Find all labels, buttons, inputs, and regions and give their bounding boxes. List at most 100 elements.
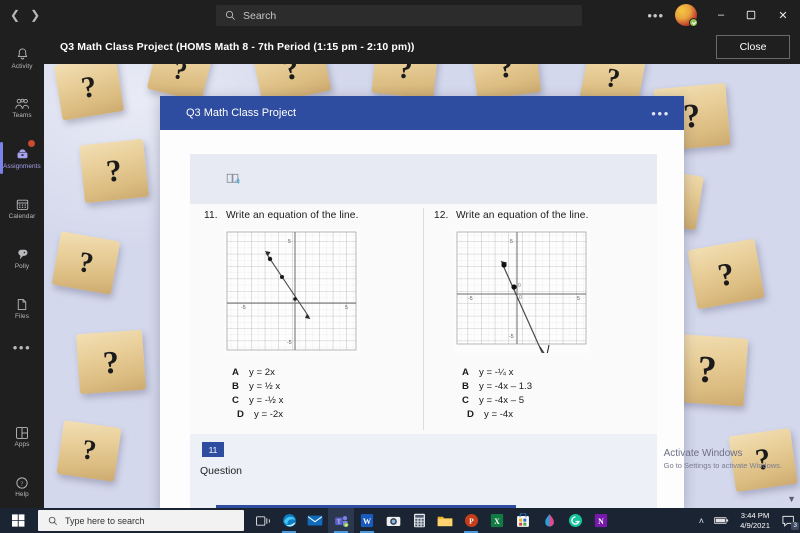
sidebar-item-activity[interactable]: Activity <box>0 36 44 80</box>
choice-letter: D <box>467 409 474 420</box>
polly-icon <box>17 249 27 259</box>
excel-icon[interactable]: X <box>484 508 510 533</box>
sidebar-item-label: Assignments <box>3 162 41 170</box>
taskbar-search-input[interactable]: Type here to search <box>38 510 244 531</box>
avatar[interactable] <box>675 4 698 27</box>
notifications-button[interactable]: 3 <box>776 508 800 533</box>
bell-icon <box>17 48 27 59</box>
sidebar-item-assignments[interactable]: Assignments <box>0 136 44 180</box>
sidebar-item-label: Files <box>15 312 29 320</box>
question-prompt: Write an equation of the line. <box>456 210 589 221</box>
onenote-icon[interactable]: N <box>588 508 614 533</box>
settings-more-icon[interactable]: ••• <box>638 8 673 23</box>
sidebar-item-polly[interactable]: Polly <box>0 236 44 280</box>
search-placeholder-text: Search <box>243 9 277 22</box>
answer-choice[interactable]: By = ½ x <box>232 380 416 394</box>
maximize-button[interactable] <box>736 0 766 30</box>
people-icon <box>14 98 29 109</box>
svg-text:?: ? <box>21 481 24 488</box>
question-footer: 11 Question <box>190 434 657 508</box>
calculator-icon[interactable] <box>406 508 432 533</box>
sidebar-item-label: Teams <box>12 112 32 119</box>
clock-time: 3:44 PM <box>740 510 770 520</box>
camera-icon[interactable] <box>380 508 406 533</box>
forward-icon[interactable]: ❯ <box>30 9 40 21</box>
choice-text: y = -4x – 5 <box>479 395 525 406</box>
task-view-icon[interactable] <box>250 508 276 533</box>
svg-text:P: P <box>469 517 474 526</box>
answer-choice[interactable]: Ay = -¼ x <box>462 366 646 380</box>
app-rail: Activity Teams Assignments Calendar Poll… <box>0 30 44 533</box>
windows-icon <box>11 514 24 527</box>
question-block-11: 11. Write an equation of the line. -5 5 … <box>204 210 416 422</box>
question-prompt: Write an equation of the line. <box>226 210 359 221</box>
search-icon <box>225 10 235 20</box>
system-tray: ˄ 3:44 PM 4/9/2021 3 <box>694 508 800 533</box>
taskbar-search-placeholder: Type here to search <box>65 515 145 526</box>
app-root: ❮ ❯ Search ••• – ✕ Activity Teams Assign… <box>0 0 800 533</box>
window-controls: ••• – ✕ <box>638 0 800 30</box>
worksheet-column-divider <box>423 208 424 430</box>
svg-text:X: X <box>494 517 500 526</box>
assignment-title: Q3 Math Class Project <box>186 107 297 119</box>
assignment-more-icon[interactable]: ••• <box>651 106 670 121</box>
sidebar-item-label: Calendar <box>8 212 36 220</box>
maximize-icon <box>746 10 756 20</box>
answer-choice[interactable]: Cy = -½ x <box>232 394 416 408</box>
question-block-12: 12. Write an equation of the line. -5 5 … <box>434 210 646 422</box>
word-icon[interactable]: W <box>354 508 380 533</box>
sidebar-item-files[interactable]: Files <box>0 286 44 330</box>
close-button[interactable]: Close <box>716 35 790 59</box>
sidebar-item-label: Help <box>15 491 29 498</box>
store-icon[interactable] <box>510 508 536 533</box>
answer-choice[interactable]: Dy = -4x <box>462 408 646 422</box>
search-input[interactable]: Search <box>216 5 582 26</box>
teams-icon[interactable]: T <box>328 508 354 533</box>
edge-icon[interactable] <box>276 508 302 533</box>
svg-text:5: 5 <box>288 239 291 245</box>
answer-choice[interactable]: By = -4x – 1.3 <box>462 380 646 394</box>
svg-text:5: 5 <box>345 305 348 311</box>
choice-letter: D <box>237 409 244 420</box>
battery-icon[interactable] <box>709 516 734 525</box>
meeting-header: Q3 Math Class Project (HOMS Math 8 - 7th… <box>44 30 800 64</box>
scroll-down-icon[interactable]: ▼ <box>787 494 796 504</box>
svg-text:5: 5 <box>577 296 580 302</box>
start-button[interactable] <box>0 508 36 533</box>
sidebar-more-apps-button[interactable]: ••• <box>0 340 44 355</box>
choice-text: y = -2x <box>254 409 284 420</box>
svg-text:-5: -5 <box>241 305 246 311</box>
paint3d-icon[interactable] <box>536 508 562 533</box>
assignments-icon <box>17 148 27 158</box>
back-icon[interactable]: ❮ <box>10 9 20 21</box>
svg-text:-5: -5 <box>287 340 292 346</box>
sidebar-item-teams[interactable]: Teams <box>0 86 44 130</box>
close-window-button[interactable]: ✕ <box>766 0 800 30</box>
sidebar-item-apps[interactable]: Apps <box>0 415 44 459</box>
choice-text: y = -4x – 1.3 <box>479 381 533 392</box>
decor-tile: ? <box>470 64 542 100</box>
sidebar-item-calendar[interactable]: Calendar <box>0 186 44 230</box>
decor-tile: ? <box>75 329 147 395</box>
question-number-badge: 11 <box>202 442 224 457</box>
minimize-button[interactable]: – <box>706 0 736 30</box>
sidebar-item-help[interactable]: ? Help <box>0 465 44 509</box>
question-label: Question <box>200 465 243 477</box>
grammarly-icon[interactable] <box>562 508 588 533</box>
apps-icon <box>16 427 28 439</box>
answer-choice[interactable]: Ay = 2x <box>232 366 416 380</box>
powerpoint-icon[interactable]: P <box>458 508 484 533</box>
file-explorer-icon[interactable] <box>432 508 458 533</box>
svg-text:W: W <box>363 517 372 526</box>
answer-choice[interactable]: Dy = -2x <box>232 408 416 422</box>
decor-tile: ? <box>687 238 765 310</box>
immersive-reader-icon[interactable] <box>226 172 242 187</box>
document-toolbar <box>190 154 657 204</box>
tray-expand-icon[interactable]: ˄ <box>694 516 709 526</box>
graph-question-11: -5 5 5 -5 <box>224 229 360 353</box>
taskbar-clock[interactable]: 3:44 PM 4/9/2021 <box>734 511 776 531</box>
answer-choice[interactable]: Cy = -4x – 5 <box>462 394 646 408</box>
answer-choices-11: Ay = 2x By = ½ x Cy = -½ x Dy = -2x <box>232 366 416 422</box>
mail-icon[interactable] <box>302 508 328 533</box>
meeting-title: Q3 Math Class Project (HOMS Math 8 - 7th… <box>60 41 415 53</box>
